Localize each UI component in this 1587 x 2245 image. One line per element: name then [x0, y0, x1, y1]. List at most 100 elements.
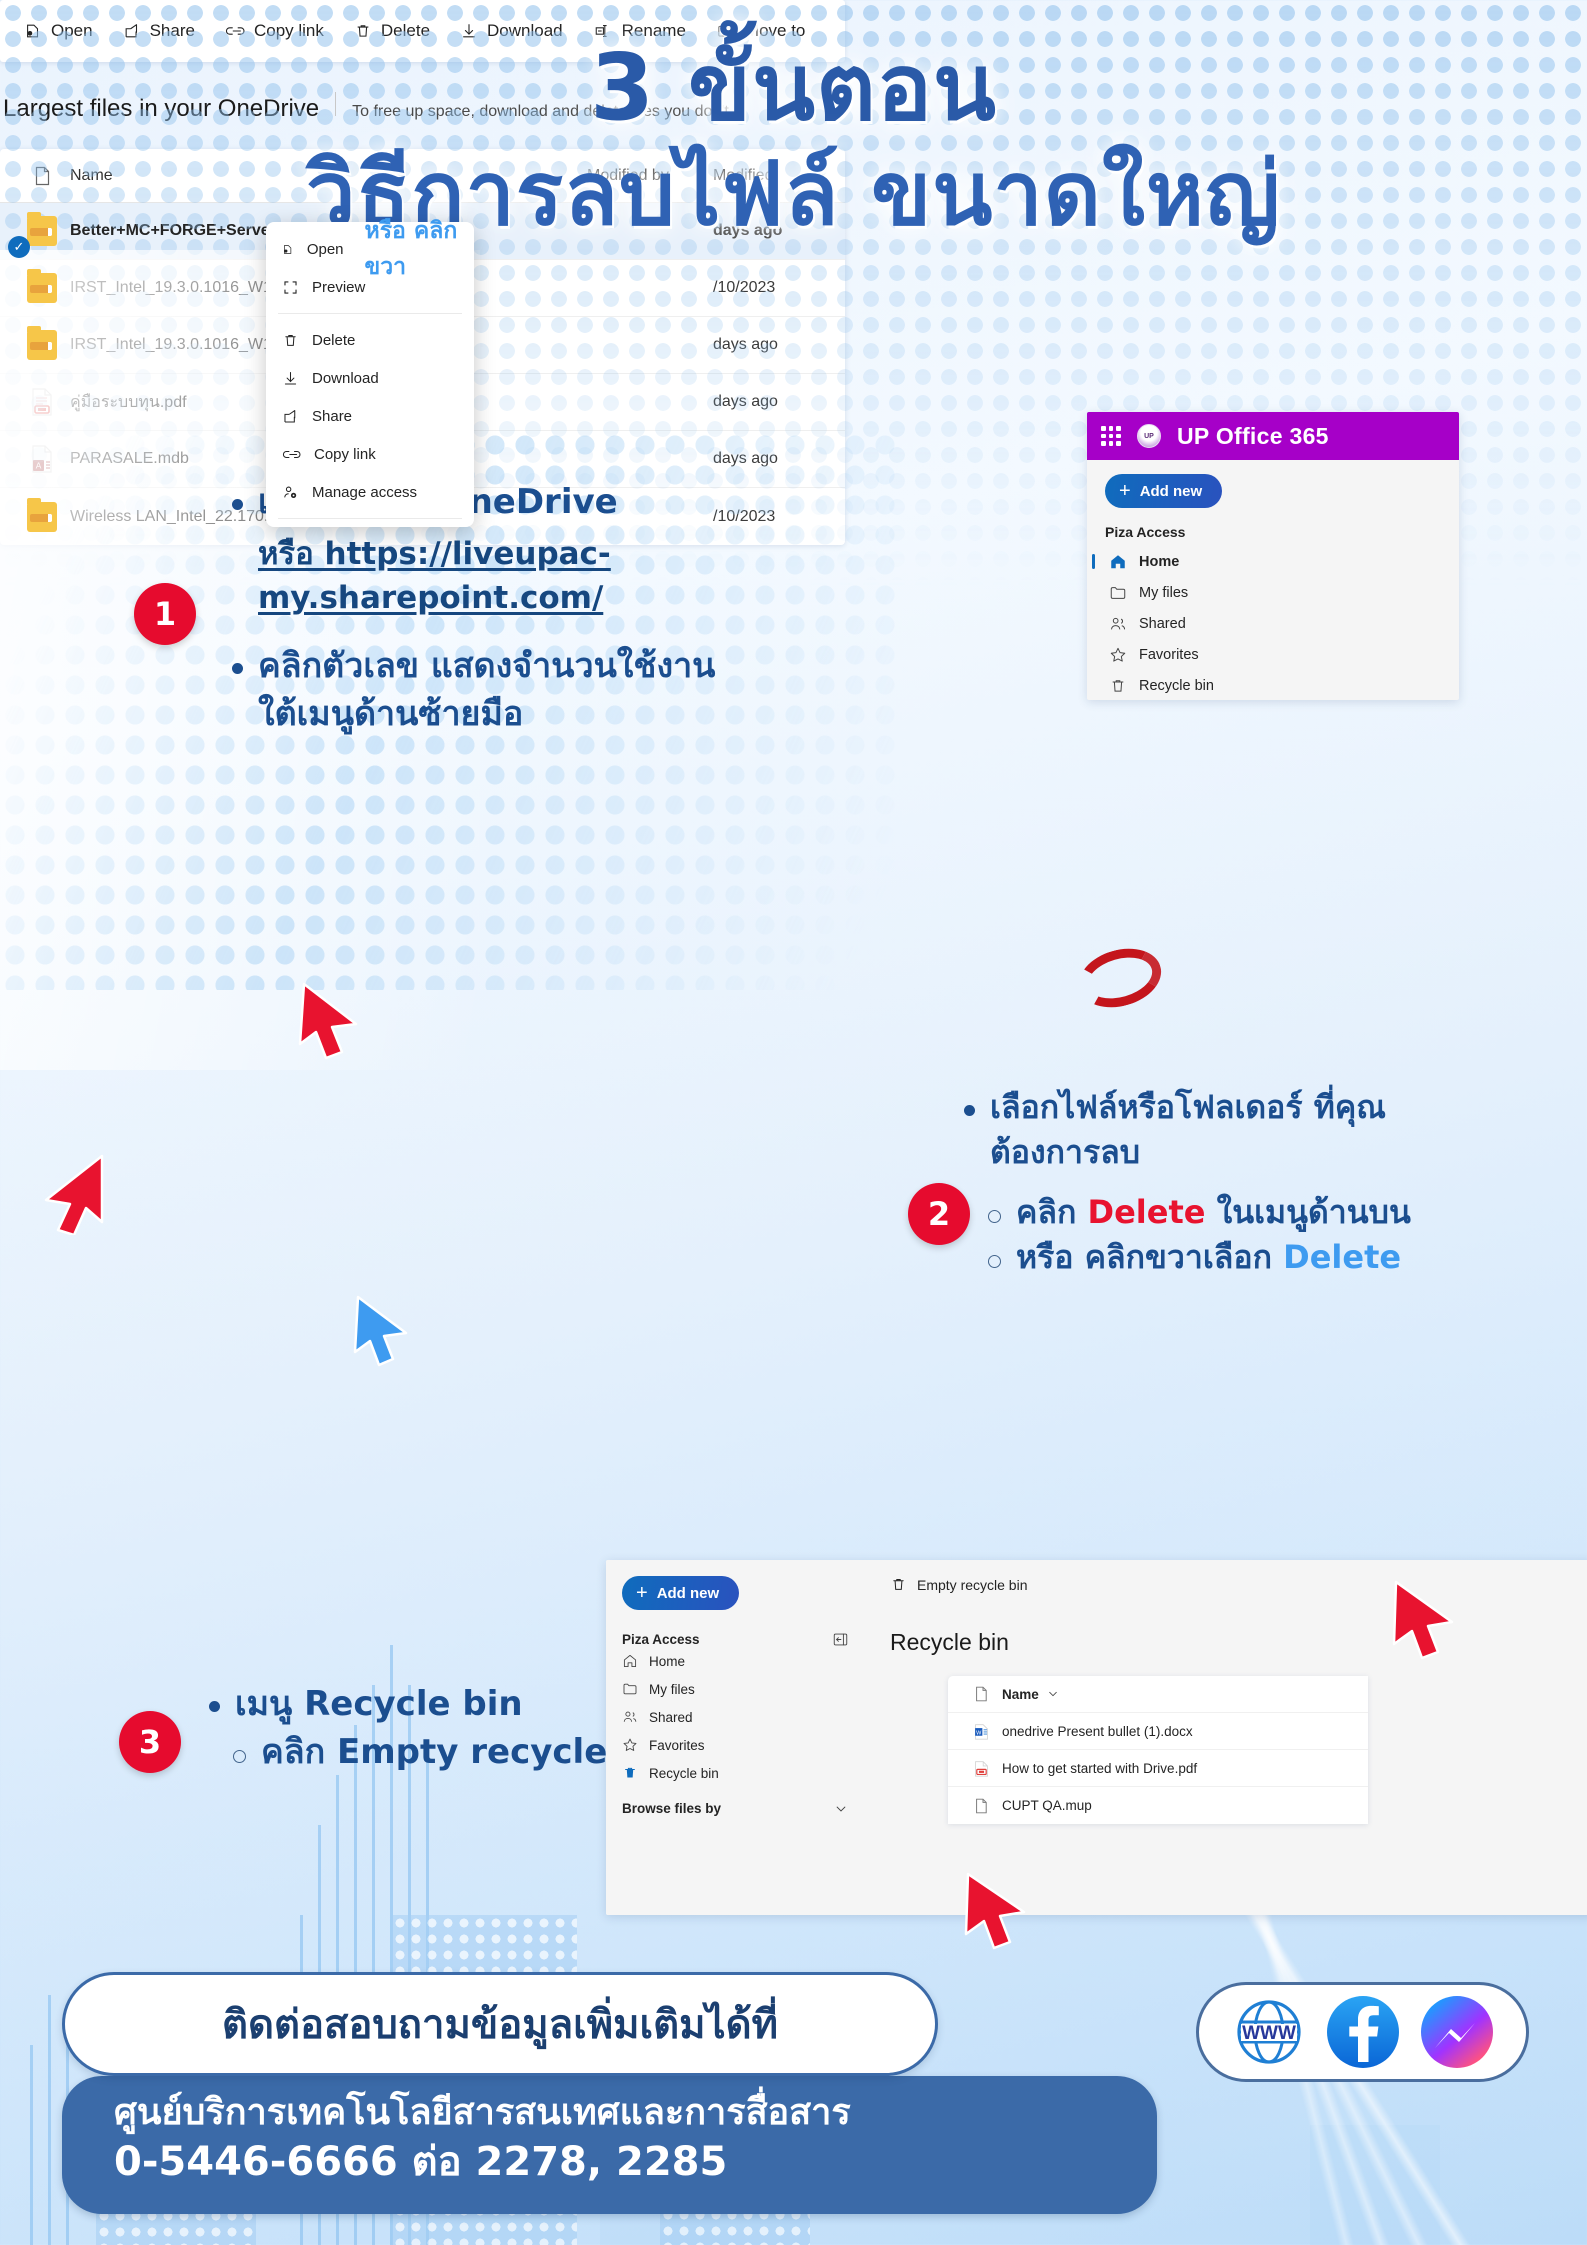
access-icon: A	[32, 445, 52, 473]
context-delete-item[interactable]: Delete	[266, 321, 474, 359]
sidebar-label-home-2: Home	[649, 1653, 686, 1669]
group-label-text: Piza Access	[622, 1632, 700, 1647]
footer-contact-pill: ติดต่อสอบถามข้อมูลเพิ่มเติมได้ที่	[62, 1972, 938, 2076]
context-open-item[interactable]: Open หรือ คลิกขวา	[266, 218, 474, 280]
star-icon	[623, 1738, 637, 1751]
step-badge-3: 3	[119, 1711, 181, 1773]
sidebar-item-recycle-bin[interactable]: Recycle bin	[1105, 670, 1441, 700]
step-number-1: 1	[153, 595, 177, 633]
add-new-button-2[interactable]: + Add new	[622, 1576, 740, 1610]
browse-files-by-label: Browse files by	[622, 1801, 722, 1816]
recycle-file-name: onedrive Present bullet (1).docx	[1002, 1723, 1193, 1739]
svg-text:WWW: WWW	[1242, 2023, 1296, 2044]
file-modified: days ago	[713, 450, 778, 467]
recycle-bin-screenshot: + Add new Piza Access Home My files Shar…	[606, 1560, 1587, 1915]
recycle-main-area: Empty recycle bin Recycle bin Name W one…	[864, 1560, 1587, 1915]
home-icon	[623, 1654, 637, 1668]
sidebar-item-home[interactable]: Home	[1092, 546, 1441, 577]
share-icon	[284, 409, 296, 423]
sidebar-item-shared[interactable]: Shared	[1105, 608, 1441, 639]
recycle-table-row[interactable]: CUPT QA.mup	[948, 1787, 1368, 1824]
recycle-table-row[interactable]: How to get started with Drive.pdf	[948, 1750, 1368, 1787]
title-line-1: 3 ขั้นตอน	[590, 34, 997, 141]
sharepoint-link[interactable]: หรือ https://liveupac-my.sharepoint.com/	[258, 532, 948, 620]
recycle-file-name: How to get started with Drive.pdf	[1002, 1760, 1198, 1776]
context-copy-link-label: Copy link	[314, 445, 376, 463]
context-copy-link-item[interactable]: Copy link	[266, 435, 474, 473]
step-2-text: เลือกไฟล์หรือโฟลเดอร์ ที่คุณ ต้องการลบ ค…	[960, 1085, 1580, 1281]
file-icon	[976, 1798, 987, 1813]
copy-link-label: Copy link	[253, 21, 324, 40]
check-icon: ✓	[8, 236, 30, 258]
facebook-icon[interactable]	[1326, 1996, 1399, 2068]
sidebar-item-recycle-bin-2[interactable]: Recycle bin	[622, 1759, 848, 1787]
storage-highlight-circle	[1071, 939, 1169, 1017]
context-download-item[interactable]: Download	[266, 359, 474, 397]
plus-icon: +	[1119, 480, 1131, 502]
step-2-sub1-keyword: Delete	[1087, 1192, 1206, 1231]
sidebar-label-recycle-bin-2: Recycle bin	[649, 1765, 719, 1781]
sidebar-item-favorites-2[interactable]: Favorites	[622, 1731, 848, 1759]
sidebar-item-shared-2[interactable]: Shared	[622, 1703, 848, 1731]
file-modified: days ago	[713, 393, 778, 410]
menu-divider	[278, 313, 462, 314]
browse-files-by-section[interactable]: Browse files by	[622, 1801, 848, 1816]
people-icon	[623, 1711, 637, 1722]
pdf-icon	[32, 388, 52, 416]
context-share-item[interactable]: Share	[266, 397, 474, 435]
svg-text:W: W	[976, 1730, 982, 1736]
recycle-table-row[interactable]: W onedrive Present bullet (1).docx	[948, 1713, 1368, 1750]
trash-icon	[285, 334, 296, 346]
page-title: 3 ขั้นตอน วิธีการลบไฟล์ ขนาดใหญ่	[0, 34, 1587, 245]
link-icon	[225, 27, 245, 35]
share-button[interactable]: Share	[123, 21, 195, 41]
sidebar-label-shared-2: Shared	[649, 1709, 693, 1725]
footer-phone: 0-5446-6666 ต่อ 2278, 2285	[114, 2139, 728, 2185]
context-open-label: Open	[306, 240, 344, 258]
step-2-sub2-keyword: Delete	[1283, 1238, 1402, 1277]
sidebar-item-favorites[interactable]: Favorites	[1105, 639, 1441, 670]
menu-divider	[278, 518, 462, 519]
open-button[interactable]: Open	[24, 21, 93, 41]
trash-icon	[1112, 679, 1124, 692]
add-new-button[interactable]: + Add new	[1105, 474, 1223, 508]
row-selected-checkbox[interactable]: ✓	[8, 236, 30, 258]
open-icon	[284, 244, 292, 254]
sidebar-label-my-files: My files	[1139, 584, 1189, 601]
context-manage-access-item[interactable]: Manage access	[266, 473, 474, 511]
collapse-panel-icon[interactable]	[833, 1632, 848, 1647]
plus-icon: +	[636, 1582, 648, 1604]
download-button[interactable]: Download	[460, 21, 563, 41]
sidebar-item-my-files[interactable]: My files	[1105, 577, 1441, 608]
step-2-bullet-2: ต้องการลบ	[990, 1133, 1141, 1172]
www-icon[interactable]: WWW	[1233, 1996, 1305, 2068]
context-delete-label: Delete	[312, 331, 356, 349]
sidebar-label-favorites: Favorites	[1139, 646, 1199, 663]
folder-icon	[27, 269, 57, 303]
step-2-bullet-1: เลือกไฟล์หรือโฟลเดอร์ ที่คุณ	[960, 1085, 1580, 1130]
messenger-icon[interactable]	[1420, 1996, 1493, 2068]
title-line-2: วิธีการลบไฟล์ ขนาดใหญ่	[306, 141, 1281, 245]
download-icon	[463, 24, 475, 38]
trash-icon	[625, 1767, 635, 1778]
recycle-column-name[interactable]: Name	[1002, 1687, 1039, 1702]
step-number-3: 3	[138, 1723, 162, 1761]
social-links-pill: WWW	[1196, 1982, 1529, 2082]
file-icon	[976, 1686, 987, 1702]
folder-icon	[27, 212, 57, 246]
onedrive-nav-list: Home My files Shared Favorites Recycle b…	[1092, 546, 1441, 700]
copy-link-button[interactable]: Copy link	[225, 21, 324, 41]
empty-recycle-bin-button[interactable]: Empty recycle bin	[890, 1576, 1587, 1593]
share-label: Share	[149, 21, 195, 40]
file-context-menu: Open หรือ คลิกขวา Preview Delete Downloa…	[266, 218, 474, 527]
app-launcher-icon[interactable]	[1101, 426, 1121, 446]
sidebar-item-home-2[interactable]: Home	[622, 1647, 848, 1675]
recycle-bin-heading: Recycle bin	[890, 1629, 1009, 1655]
sidebar-item-my-files-2[interactable]: My files	[622, 1675, 848, 1703]
context-manage-access-label: Manage access	[312, 483, 418, 501]
delete-button[interactable]: Delete	[354, 21, 430, 41]
right-click-note: หรือ คลิกขวา	[364, 218, 458, 280]
share-icon	[125, 24, 137, 38]
context-share-label: Share	[312, 407, 353, 425]
pdf-icon	[974, 1760, 988, 1777]
